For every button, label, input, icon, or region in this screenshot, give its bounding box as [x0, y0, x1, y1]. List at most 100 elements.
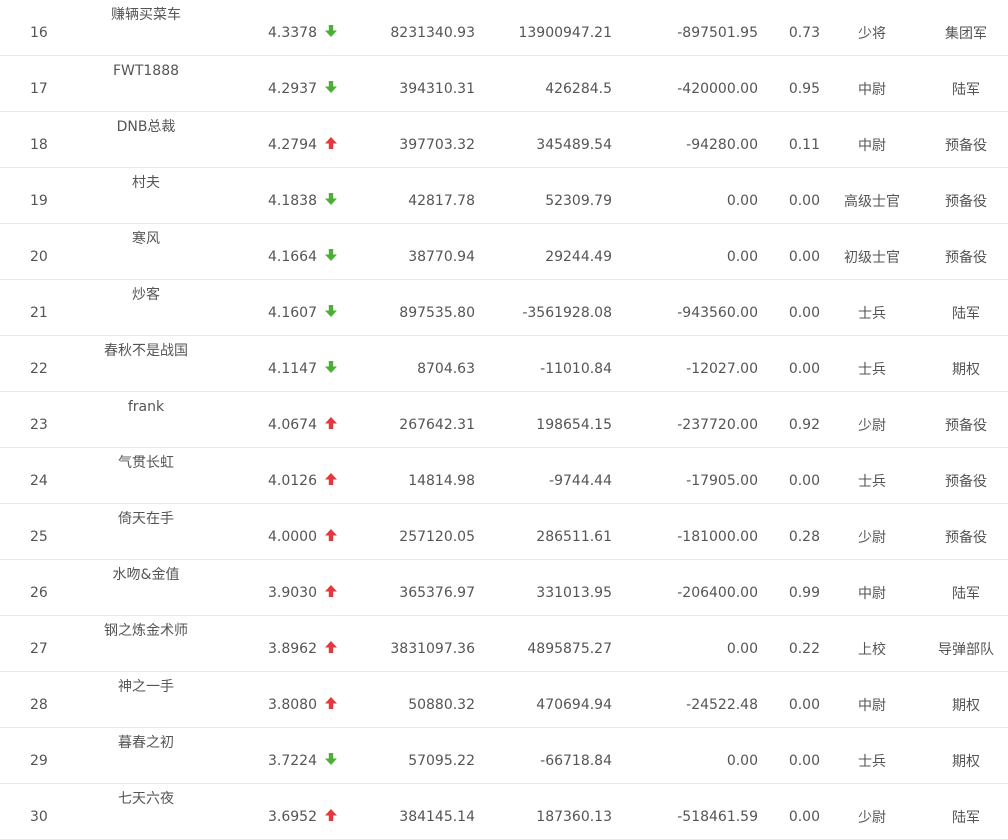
value1: 8231340.93 [390, 25, 475, 41]
name-cell: 赚辆买菜车 [75, 0, 217, 56]
trader-name[interactable]: 钢之炼金术师 [104, 621, 188, 641]
score-value: 4.2794 [268, 137, 317, 153]
trader-name[interactable]: frank [128, 397, 164, 417]
rank-title-cell: 中尉 [820, 111, 924, 168]
trader-name[interactable]: 寒风 [132, 229, 160, 249]
rank-cell: 29 [0, 727, 75, 784]
table-row[interactable]: 21 炒客 4.1607 897535.80 -3561928.08 -9435… [0, 279, 1008, 336]
value2-cell: 4895875.27 [475, 615, 612, 672]
value2: 198654.15 [536, 417, 612, 433]
rank-title: 中尉 [858, 698, 886, 714]
ratio-cell: 0.00 [758, 727, 820, 784]
value3-cell: -94280.00 [612, 111, 758, 168]
table-row[interactable]: 19 村夫 4.1838 42817.78 52309.79 0.00 0.00… [0, 167, 1008, 224]
ratio-value: 0.00 [788, 809, 820, 825]
trader-name[interactable]: 气贯长虹 [118, 453, 174, 473]
ratio-value: 0.00 [788, 361, 820, 377]
ratio-value: 0.92 [788, 417, 820, 433]
value3: -420000.00 [677, 81, 758, 97]
branch-cell: 预备役 [924, 391, 1008, 448]
branch: 陆军 [952, 810, 980, 826]
value3: -897501.95 [677, 25, 758, 41]
branch: 预备役 [945, 418, 987, 434]
value1: 397703.32 [399, 137, 475, 153]
table-row[interactable]: 28 神之一手 3.8080 50880.32 470694.94 -24522… [0, 671, 1008, 728]
trend-cell [317, 55, 357, 112]
table-row[interactable]: 17 FWT1888 4.2937 394310.31 426284.5 -42… [0, 55, 1008, 112]
score-cell: 4.0674 [217, 391, 317, 448]
rank-title-cell: 上校 [820, 615, 924, 672]
ratio-cell: 0.00 [758, 447, 820, 504]
name-cell: 钢之炼金术师 [75, 615, 217, 672]
arrow-down-icon [324, 24, 338, 38]
value1-cell: 14814.98 [357, 447, 475, 504]
table-row[interactable]: 23 frank 4.0674 267642.31 198654.15 -237… [0, 391, 1008, 448]
value2-cell: 286511.61 [475, 503, 612, 560]
ratio-cell: 0.00 [758, 783, 820, 840]
trader-name[interactable]: 神之一手 [118, 677, 174, 697]
score-cell: 3.7224 [217, 727, 317, 784]
trader-name[interactable]: 春秋不是战国 [104, 341, 188, 361]
value2: 426284.5 [545, 81, 612, 97]
score-cell: 4.0126 [217, 447, 317, 504]
name-cell: DNB总裁 [75, 111, 217, 168]
table-row[interactable]: 30 七天六夜 3.6952 384145.14 187360.13 -5184… [0, 783, 1008, 840]
ratio-value: 0.73 [788, 25, 820, 41]
table-row[interactable]: 22 春秋不是战国 4.1147 8704.63 -11010.84 -1202… [0, 335, 1008, 392]
score-cell: 3.9030 [217, 559, 317, 616]
table-row[interactable]: 18 DNB总裁 4.2794 397703.32 345489.54 -942… [0, 111, 1008, 168]
table-row[interactable]: 16 赚辆买菜车 4.3378 8231340.93 13900947.21 -… [0, 0, 1008, 56]
table-row[interactable]: 27 钢之炼金术师 3.8962 3831097.36 4895875.27 0… [0, 615, 1008, 672]
table-row[interactable]: 26 水吻&金值 3.9030 365376.97 331013.95 -206… [0, 559, 1008, 616]
value1: 365376.97 [399, 585, 475, 601]
value2-cell: 198654.15 [475, 391, 612, 448]
rank-cell: 17 [0, 55, 75, 112]
rank-cell: 26 [0, 559, 75, 616]
ratio-cell: 0.00 [758, 335, 820, 392]
value2: 13900947.21 [518, 25, 612, 41]
value2: -66718.84 [540, 753, 612, 769]
branch-cell: 预备役 [924, 167, 1008, 224]
table-row[interactable]: 20 寒风 4.1664 38770.94 29244.49 0.00 0.00… [0, 223, 1008, 280]
table-row[interactable]: 24 气贯长虹 4.0126 14814.98 -9744.44 -17905.… [0, 447, 1008, 504]
value1-cell: 8231340.93 [357, 0, 475, 56]
ratio-cell: 0.00 [758, 671, 820, 728]
trader-name[interactable]: DNB总裁 [117, 117, 176, 137]
table-row[interactable]: 25 倚天在手 4.0000 257120.05 286511.61 -1810… [0, 503, 1008, 560]
branch: 期权 [952, 754, 980, 770]
arrow-down-icon [324, 360, 338, 374]
ranking-table-body: 16 赚辆买菜车 4.3378 8231340.93 13900947.21 -… [0, 0, 1008, 840]
value3-cell: 0.00 [612, 223, 758, 280]
trader-name[interactable]: 水吻&金值 [113, 565, 180, 585]
rank-cell: 19 [0, 167, 75, 224]
value1-cell: 384145.14 [357, 783, 475, 840]
value1: 14814.98 [408, 473, 475, 489]
trader-name[interactable]: 炒客 [132, 285, 160, 305]
branch-cell: 期权 [924, 727, 1008, 784]
trend-cell [317, 727, 357, 784]
value1-cell: 257120.05 [357, 503, 475, 560]
rank-cell: 18 [0, 111, 75, 168]
trader-name[interactable]: 暮春之初 [118, 733, 174, 753]
arrow-down-icon [324, 304, 338, 318]
ratio-cell: 0.00 [758, 279, 820, 336]
branch: 预备役 [945, 250, 987, 266]
branch-cell: 陆军 [924, 783, 1008, 840]
value3-cell: -17905.00 [612, 447, 758, 504]
rank-title: 少尉 [858, 418, 886, 434]
name-cell: 神之一手 [75, 671, 217, 728]
name-cell: 春秋不是战国 [75, 335, 217, 392]
name-cell: frank [75, 391, 217, 448]
branch: 陆军 [952, 586, 980, 602]
trader-name[interactable]: 七天六夜 [118, 789, 174, 809]
trader-name[interactable]: 赚辆买菜车 [111, 5, 181, 25]
value1-cell: 397703.32 [357, 111, 475, 168]
trader-name[interactable]: FWT1888 [113, 61, 179, 81]
trader-name[interactable]: 村夫 [132, 173, 160, 193]
value1-cell: 3831097.36 [357, 615, 475, 672]
trader-name[interactable]: 倚天在手 [118, 509, 174, 529]
score-value: 4.2937 [268, 81, 317, 97]
value1: 394310.31 [399, 81, 475, 97]
value2-cell: 187360.13 [475, 783, 612, 840]
table-row[interactable]: 29 暮春之初 3.7224 57095.22 -66718.84 0.00 0… [0, 727, 1008, 784]
